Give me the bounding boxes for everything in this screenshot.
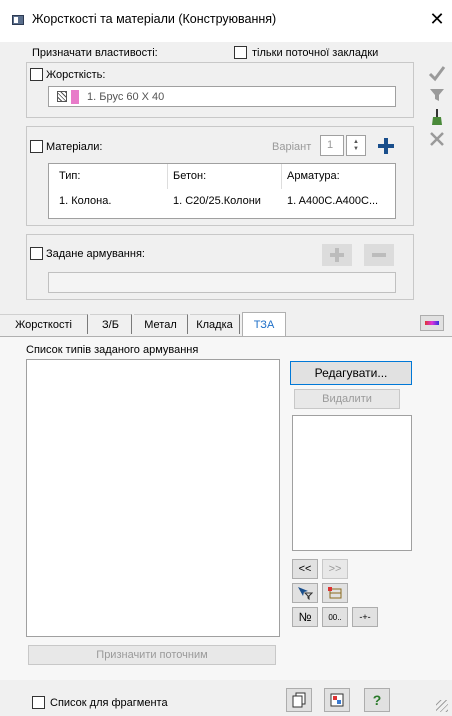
column-header-type: Тип: <box>59 170 81 182</box>
stiffness-value: 1. Брус 60 X 40 <box>87 91 165 103</box>
copy-button[interactable] <box>286 688 312 712</box>
only-current-tab-checkbox[interactable] <box>234 46 247 59</box>
table-cell[interactable]: 1. Колона. <box>59 195 111 207</box>
plus-icon <box>378 138 394 154</box>
variant-input[interactable]: 1 <box>320 135 344 156</box>
tab-strip: Жорсткості З/Б Метал Кладка ТЗА <box>0 312 452 336</box>
move-right-button[interactable]: >> <box>322 559 348 579</box>
spinner-up-icon[interactable]: ▲ <box>353 139 359 146</box>
fragment-list-checkbox[interactable] <box>32 696 45 709</box>
only-current-tab-label: тільки поточної закладки <box>252 47 379 59</box>
column-header-rebar: Арматура: <box>287 170 340 182</box>
sign-button[interactable]: -+- <box>352 607 378 627</box>
title-bar: Жорсткості та матеріали (Конструювання) … <box>0 0 452 42</box>
minus-icon <box>372 253 386 257</box>
table-cell[interactable]: 1. A400C.A400C... <box>287 195 378 207</box>
tab-masonry[interactable]: Кладка <box>190 314 240 334</box>
spinner-down-icon[interactable]: ▼ <box>353 146 359 153</box>
close-button[interactable]: ✕ <box>426 8 448 30</box>
stiffness-color-swatch <box>71 90 79 104</box>
tab-reinforced-concrete[interactable]: З/Б <box>90 314 132 334</box>
tza-list-title: Список типів заданого армування <box>26 344 199 356</box>
tab-tza[interactable]: ТЗА <box>242 312 286 336</box>
app-icon <box>12 15 24 25</box>
materials-table: Тип: Бетон: Арматура: 1. Колона. 1. С20/… <box>48 163 396 219</box>
add-reinforcement-button[interactable] <box>322 244 352 266</box>
stiffness-checkbox[interactable] <box>30 68 43 81</box>
pointer-select-button[interactable] <box>292 583 318 603</box>
delete-button[interactable]: Видалити <box>294 389 400 409</box>
edit-button[interactable]: Редагувати... <box>290 361 412 385</box>
variant-spinner[interactable]: ▲ ▼ <box>346 135 366 156</box>
tab-metal[interactable]: Метал <box>134 314 188 334</box>
assign-current-button[interactable]: Призначити поточним <box>28 645 276 665</box>
apply-check-icon[interactable] <box>426 62 448 84</box>
column-divider <box>167 164 168 189</box>
materials-label: Матеріали: <box>46 141 103 153</box>
paste-properties-button[interactable] <box>324 688 350 712</box>
tab-stiffness[interactable]: Жорсткості <box>0 314 88 334</box>
plus-icon <box>330 248 344 262</box>
help-button[interactable]: ? <box>364 688 390 712</box>
move-left-button[interactable]: << <box>292 559 318 579</box>
color-scale-icon <box>425 321 439 325</box>
reinforcement-label: Задане армування: <box>46 248 145 260</box>
paste-properties-icon <box>330 693 344 707</box>
pointer-filter-icon <box>298 587 313 600</box>
variant-label: Варіант <box>272 141 312 153</box>
hatch-icon <box>57 91 67 102</box>
tza-list[interactable] <box>26 359 280 637</box>
paint-brush-icon[interactable] <box>426 106 448 128</box>
fragment-list-label: Список для фрагмента <box>50 697 168 709</box>
filter-icon[interactable] <box>426 84 448 106</box>
scissors-icon[interactable] <box>426 128 448 150</box>
reinforcement-checkbox[interactable] <box>30 247 43 260</box>
number-button[interactable]: № <box>292 607 318 627</box>
materials-checkbox[interactable] <box>30 140 43 153</box>
footer-bar: Список для фрагмента ? <box>0 680 452 716</box>
add-material-button[interactable] <box>376 136 396 156</box>
format-button[interactable]: 00.. <box>322 607 348 627</box>
window-title: Жорсткості та матеріали (Конструювання) <box>32 12 277 26</box>
column-header-concrete: Бетон: <box>173 170 207 182</box>
stiffness-field[interactable]: 1. Брус 60 X 40 <box>48 86 396 107</box>
table-add-icon <box>328 587 342 599</box>
resize-grip[interactable] <box>436 700 448 712</box>
stiffness-label: Жорсткість: <box>46 69 106 81</box>
assign-properties-label: Призначати властивості: <box>32 47 158 59</box>
copy-icon <box>292 692 306 708</box>
table-cell[interactable]: 1. С20/25.Колони <box>173 195 261 207</box>
tza-preview <box>292 415 412 551</box>
tza-panel: Список типів заданого армування Редагува… <box>0 336 452 680</box>
remove-reinforcement-button[interactable] <box>364 244 394 266</box>
column-divider <box>281 164 282 189</box>
reinforcement-field[interactable] <box>48 272 396 293</box>
table-add-button[interactable] <box>322 583 348 603</box>
color-scale-button[interactable] <box>420 315 444 331</box>
